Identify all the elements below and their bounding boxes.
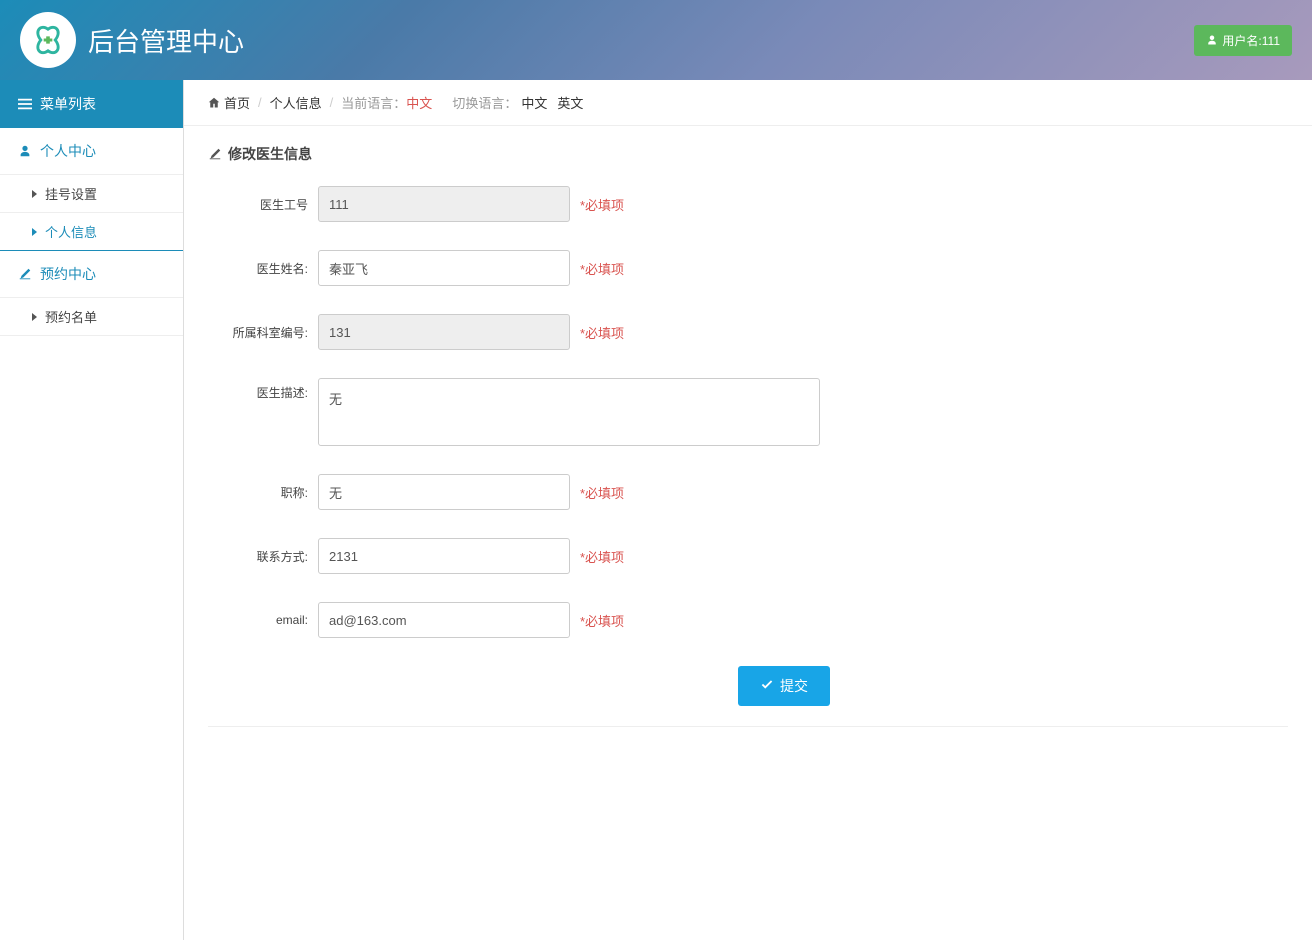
panel-title: 修改医生信息 <box>228 144 312 164</box>
label-contact: 联系方式: <box>208 548 308 565</box>
row-contact: 联系方式: *必填项 <box>208 538 1288 574</box>
label-doctor-desc: 医生描述: <box>208 378 308 401</box>
breadcrumb-sep: / <box>258 95 262 110</box>
submit-button[interactable]: 提交 <box>738 666 830 706</box>
input-title[interactable] <box>318 474 570 510</box>
home-icon <box>208 97 220 109</box>
breadcrumb: 首页 / 个人信息 / 当前语言： 中文 切换语言： 中文 英文 <box>184 80 1312 126</box>
caret-icon <box>32 228 37 236</box>
app-header: 后台管理中心 用户名:111 <box>0 0 1312 80</box>
menu-header: 菜单列表 <box>0 80 183 128</box>
list-icon <box>18 97 32 111</box>
textarea-doctor-desc[interactable]: 无 <box>318 378 820 446</box>
label-email: email: <box>208 613 308 627</box>
sidebar-item-personal-info[interactable]: 个人信息 <box>0 213 183 251</box>
edit-icon <box>18 267 32 281</box>
panel-header: 修改医生信息 <box>184 126 1312 176</box>
input-doctor-name[interactable] <box>318 250 570 286</box>
current-lang: 中文 <box>406 93 432 112</box>
check-icon <box>760 679 774 693</box>
caret-icon <box>32 313 37 321</box>
lang-en-link[interactable]: 英文 <box>557 93 583 112</box>
user-label: 用户名:111 <box>1222 32 1280 49</box>
current-lang-label: 当前语言： <box>341 93 406 112</box>
sidebar: 菜单列表 个人中心 挂号设置 个人信息 预约中心 预约名单 <box>0 80 184 940</box>
sidebar-item-label: 预约名单 <box>45 307 97 326</box>
required-hint: *必填项 <box>580 323 624 342</box>
input-email[interactable] <box>318 602 570 638</box>
lang-cn-link[interactable]: 中文 <box>521 93 547 112</box>
sidebar-item-label: 挂号设置 <box>45 184 97 203</box>
submit-row: 提交 <box>208 666 1288 706</box>
main-container: 菜单列表 个人中心 挂号设置 个人信息 预约中心 预约名单 首页 / <box>0 80 1312 940</box>
main-content: 首页 / 个人信息 / 当前语言： 中文 切换语言： 中文 英文 修改医生信息 … <box>184 80 1312 940</box>
row-dept-code: 所属科室编号: *必填项 <box>208 314 1288 350</box>
sidebar-item-register-settings[interactable]: 挂号设置 <box>0 175 183 213</box>
sidebar-section-personal[interactable]: 个人中心 <box>0 128 183 175</box>
section-label: 预约中心 <box>40 264 96 284</box>
sidebar-item-appointment-list[interactable]: 预约名单 <box>0 298 183 336</box>
required-hint: *必填项 <box>580 195 624 214</box>
user-badge[interactable]: 用户名:111 <box>1194 25 1292 56</box>
submit-label: 提交 <box>780 676 808 696</box>
menu-title: 菜单列表 <box>40 94 96 114</box>
caret-icon <box>32 190 37 198</box>
required-hint: *必填项 <box>580 611 624 630</box>
row-doctor-desc: 医生描述: 无 <box>208 378 1288 446</box>
sidebar-section-appointment[interactable]: 预约中心 <box>0 251 183 298</box>
input-dept-code <box>318 314 570 350</box>
breadcrumb-page[interactable]: 个人信息 <box>270 93 322 112</box>
row-doctor-id: 医生工号 *必填项 <box>208 186 1288 222</box>
row-email: email: *必填项 <box>208 602 1288 638</box>
user-icon <box>18 144 32 158</box>
label-title: 职称: <box>208 484 308 501</box>
row-title: 职称: *必填项 <box>208 474 1288 510</box>
header-left: 后台管理中心 <box>20 12 244 68</box>
app-title: 后台管理中心 <box>88 22 244 59</box>
edit-icon <box>208 147 222 161</box>
row-doctor-name: 医生姓名: *必填项 <box>208 250 1288 286</box>
edit-form: 医生工号 *必填项 医生姓名: *必填项 所属科室编号: *必填项 医生描述: … <box>184 176 1312 757</box>
logo-icon <box>30 22 66 58</box>
app-logo <box>20 12 76 68</box>
sidebar-item-label: 个人信息 <box>45 222 97 241</box>
required-hint: *必填项 <box>580 483 624 502</box>
required-hint: *必填项 <box>580 259 624 278</box>
input-doctor-id <box>318 186 570 222</box>
label-doctor-name: 医生姓名: <box>208 260 308 277</box>
breadcrumb-sep: / <box>330 95 334 110</box>
input-contact[interactable] <box>318 538 570 574</box>
label-dept-code: 所属科室编号: <box>208 324 308 341</box>
label-doctor-id: 医生工号 <box>208 196 308 213</box>
user-icon <box>1206 34 1218 46</box>
required-hint: *必填项 <box>580 547 624 566</box>
divider <box>208 726 1288 727</box>
section-label: 个人中心 <box>40 141 96 161</box>
breadcrumb-home[interactable]: 首页 <box>224 93 250 112</box>
switch-lang-label: 切换语言： <box>452 93 517 112</box>
